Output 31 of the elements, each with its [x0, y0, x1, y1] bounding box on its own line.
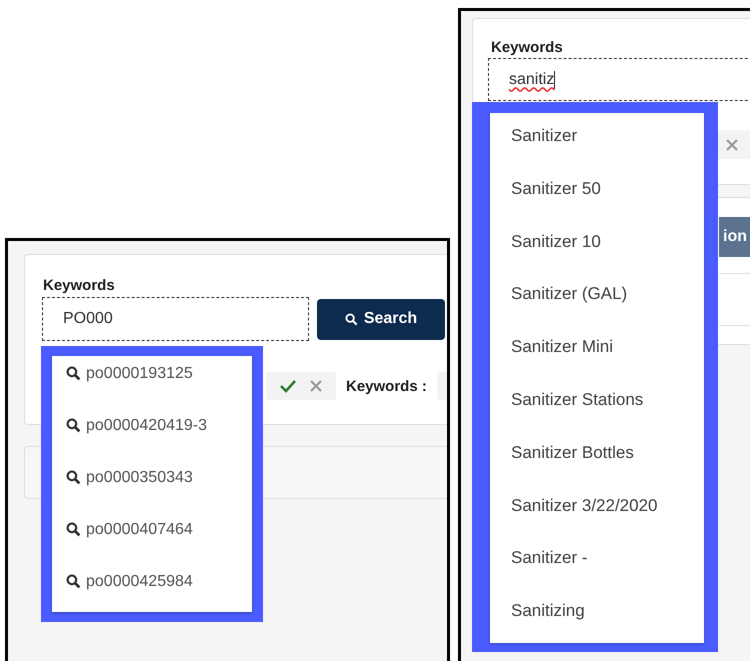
close-icon[interactable] — [310, 380, 322, 392]
suggestion-item[interactable]: Sanitizer - — [490, 535, 704, 588]
filter-label: Keywords : — [346, 378, 427, 394]
keywords-field[interactable]: PO000 — [42, 297, 309, 341]
suggestion-item[interactable]: Sanitizing — [490, 588, 704, 641]
suggestion-item[interactable]: Sanitizer Mini — [490, 324, 704, 377]
keywords-field[interactable]: sanitiz — [488, 58, 750, 101]
suggestion-item[interactable]: Sanitizer 10 — [490, 218, 704, 272]
close-icon[interactable] — [726, 138, 738, 150]
search-icon — [66, 366, 81, 381]
search-icon — [66, 470, 81, 485]
suggestion-item[interactable]: Sanitizer 50 — [490, 166, 704, 219]
suggestion-item[interactable]: Sanitizer (GAL) — [490, 271, 704, 324]
suggestion-item[interactable]: po0000350343 — [52, 460, 252, 512]
suggestion-item[interactable]: Sanitizer Bottles — [490, 430, 704, 483]
keywords-label: Keywords — [43, 277, 116, 294]
search-button[interactable]: Search — [317, 298, 445, 340]
suggestion-item[interactable]: po0000193125 — [52, 356, 252, 408]
suggestion-item[interactable]: Sanitizer — [490, 113, 704, 166]
check-icon[interactable] — [280, 379, 296, 393]
suggestion-item[interactable]: po0000407464 — [52, 512, 252, 564]
suggestion-item[interactable]: po0000420419-3 — [52, 408, 252, 460]
search-icon — [66, 522, 81, 537]
suggestion-item[interactable]: Sanitizer 3/22/2020 — [490, 482, 704, 536]
suggestion-item[interactable]: po0000425984 — [52, 564, 252, 616]
search-icon — [344, 312, 358, 326]
suggestion-item[interactable]: Sanitizer Stations — [490, 376, 704, 430]
keywords-label: Keywords — [491, 39, 564, 56]
search-icon — [66, 574, 81, 589]
search-icon — [66, 418, 81, 433]
action-button[interactable]: ion — [719, 217, 750, 257]
